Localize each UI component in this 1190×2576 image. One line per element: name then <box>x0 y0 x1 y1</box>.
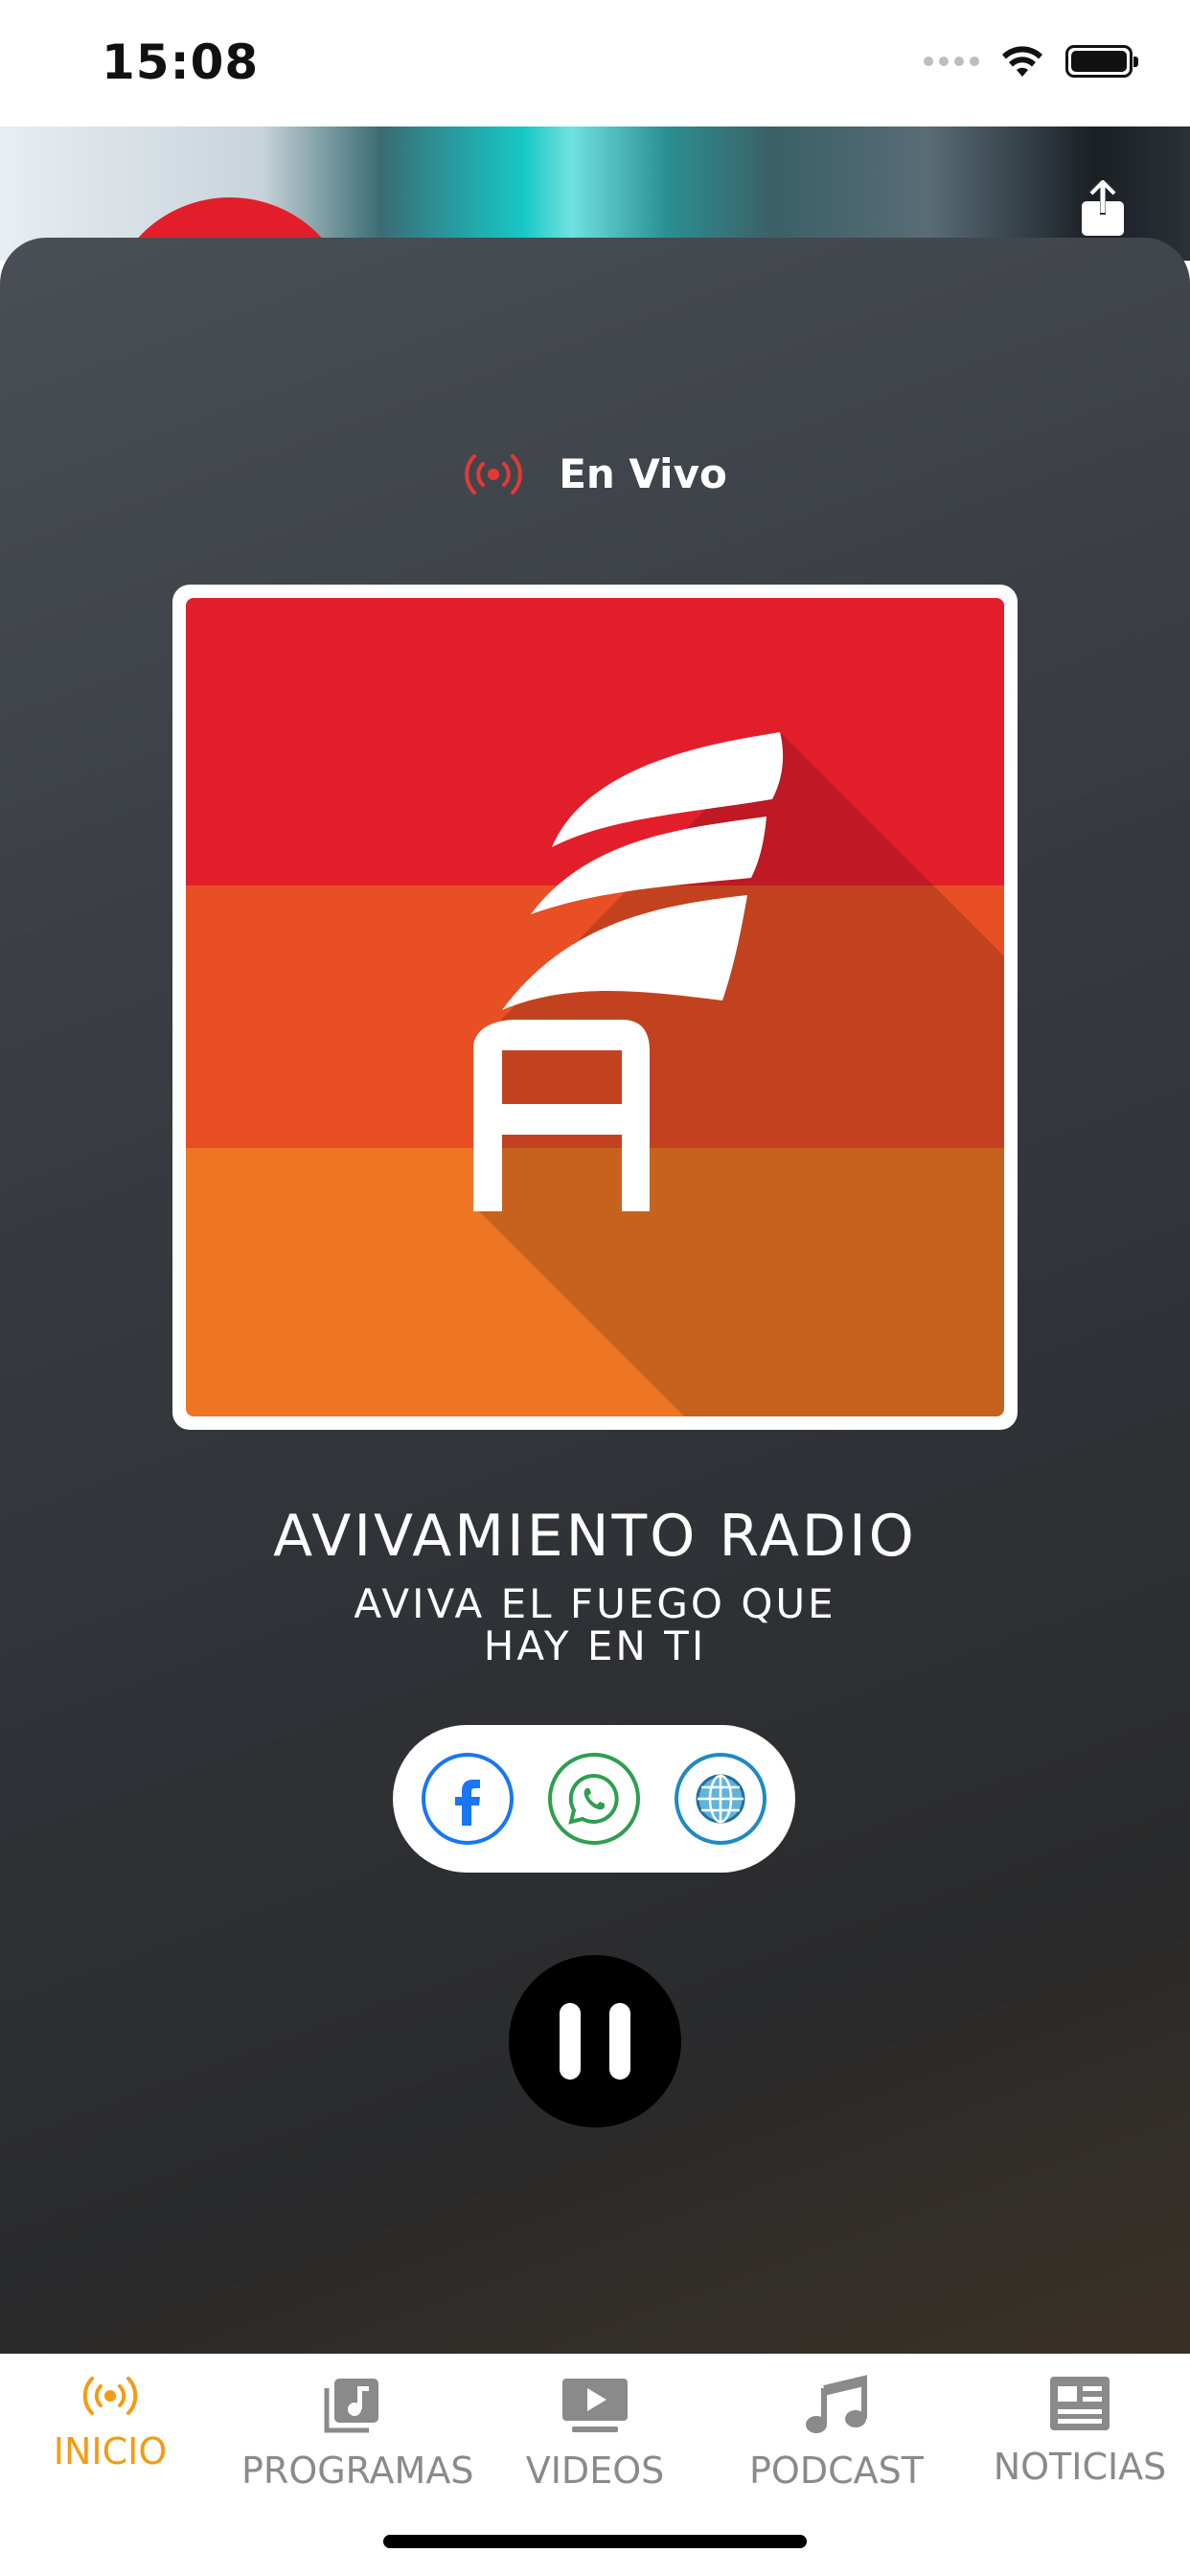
station-logo <box>186 598 1004 1416</box>
pause-button[interactable] <box>509 1955 681 2128</box>
music-note-icon <box>806 2375 867 2433</box>
live-label: En Vivo <box>559 450 727 497</box>
website-button[interactable] <box>675 1753 767 1845</box>
globe-icon <box>696 1774 745 1824</box>
station-name: AVIVAMIENTO RADIO <box>273 1503 917 1570</box>
tab-inicio[interactable]: INICIO <box>0 2375 220 2472</box>
facebook-icon <box>455 1780 480 1826</box>
battery-icon <box>1065 45 1138 78</box>
tab-noticias[interactable]: NOTICIAS <box>970 2375 1190 2488</box>
home-indicator[interactable] <box>383 2535 807 2548</box>
broadcast-icon <box>82 2377 138 2415</box>
video-icon <box>562 2379 628 2432</box>
live-broadcast-icon <box>465 453 522 494</box>
status-time: 15:08 <box>102 34 260 90</box>
tab-label: VIDEOS <box>525 2450 665 2492</box>
tab-podcast[interactable]: PODCAST <box>726 2375 947 2492</box>
share-icon[interactable] <box>1081 180 1125 238</box>
tab-label: PROGRAMAS <box>241 2450 474 2492</box>
pause-bar-right <box>609 2003 630 2080</box>
whatsapp-button[interactable] <box>548 1753 640 1845</box>
tab-label: NOTICIAS <box>993 2446 1167 2488</box>
status-bar: 15:08 <box>0 0 1190 126</box>
station-slogan: AVIVA EL FUEGO QUE HAY EN TI <box>354 1580 836 1669</box>
station-cover-art <box>172 585 1018 1430</box>
music-library-icon <box>324 2379 378 2433</box>
status-indicators <box>924 44 1138 79</box>
live-indicator: En Vivo <box>0 450 1190 497</box>
social-links <box>393 1725 795 1873</box>
tab-videos[interactable]: VIDEOS <box>485 2375 705 2492</box>
whatsapp-icon <box>568 1773 619 1825</box>
cellular-signal-icon <box>924 57 979 66</box>
newspaper-icon <box>1050 2377 1110 2430</box>
pause-bar-left <box>560 2003 581 2080</box>
wifi-icon <box>1002 46 1042 77</box>
tab-programas[interactable]: PROGRAMAS <box>241 2375 474 2492</box>
tab-label: INICIO <box>53 2430 168 2472</box>
facebook-button[interactable] <box>422 1753 514 1845</box>
tab-label: PODCAST <box>749 2450 924 2492</box>
